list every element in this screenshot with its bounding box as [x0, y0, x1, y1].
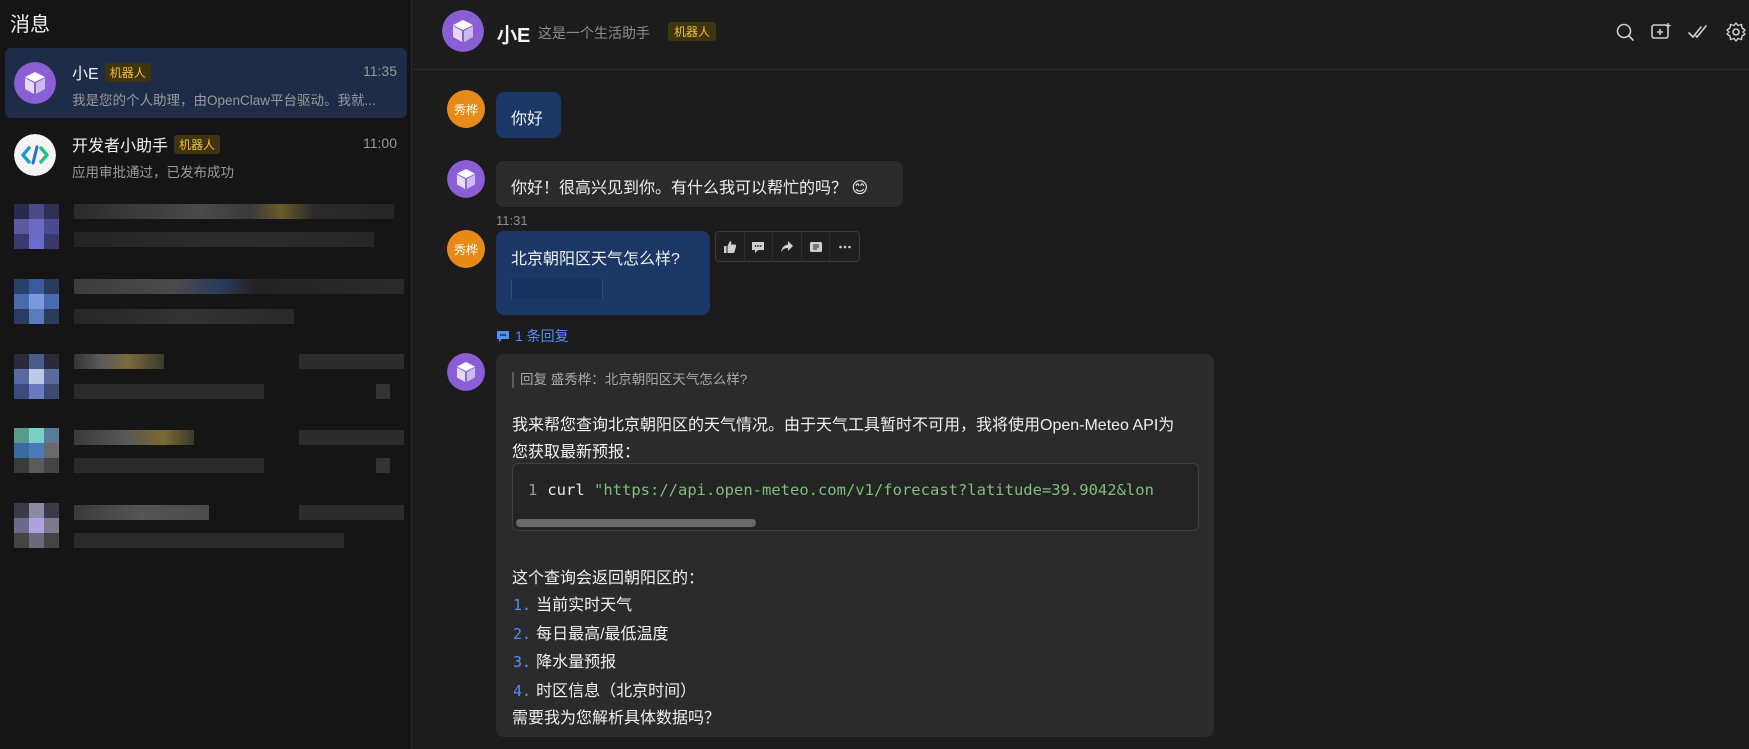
add-chat-icon[interactable]: [1650, 21, 1672, 43]
conversation-preview: 应用审批通过，已发布成功: [72, 165, 234, 180]
comment-icon[interactable]: [745, 232, 774, 261]
code-line: 1 curl "https://api.open-meteo.com/v1/for…: [528, 481, 1154, 499]
message-timestamp: 11:31: [496, 213, 528, 228]
message-text: 需要我为您解析具体数据吗？: [512, 710, 721, 727]
list-item: 3. 降水量预报: [513, 653, 617, 671]
conversation-time: 11:35: [363, 63, 397, 79]
code-command: curl: [547, 481, 585, 499]
message-action-toolbar: [715, 231, 860, 262]
bot-avatar[interactable]: [442, 10, 484, 52]
message-text: 北京朝阳区天气怎么样?: [511, 251, 680, 268]
conversation-item-blurred[interactable]: [14, 204, 404, 254]
conversation-item-blurred[interactable]: [14, 354, 404, 404]
list-item: 2. 每日最高/最低温度: [513, 625, 669, 643]
settings-icon[interactable]: [1725, 21, 1747, 43]
dev-helper-avatar: [14, 134, 56, 176]
more-options-icon[interactable]: [830, 232, 859, 261]
chat-header: 小E 这是一个生活助手 机器人: [413, 0, 1749, 70]
user-avatar[interactable]: 秀桦: [447, 230, 485, 268]
forward-icon[interactable]: [773, 232, 802, 261]
blurred-avatar: [14, 503, 60, 549]
user-avatar[interactable]: 秀桦: [447, 90, 485, 128]
list-item: 4. 时区信息（北京时间）: [513, 682, 697, 700]
conversation-item-xiaoe[interactable]: 小E 机器人 11:35 我是您的个人助理，由OpenClaw平台驱动。我就...: [5, 48, 407, 118]
conversation-item-blurred[interactable]: [14, 503, 404, 553]
bot-badge: 机器人: [104, 63, 151, 82]
conversation-name: 小E 机器人: [72, 60, 151, 84]
conversation-preview: 我是您的个人助理，由OpenClaw平台驱动。我就...: [72, 93, 376, 108]
code-scrollbar[interactable]: [516, 519, 756, 527]
quote-reply-icon[interactable]: [802, 232, 831, 261]
blurred-avatar: [14, 204, 60, 250]
bot-avatar: [14, 62, 56, 104]
list-intro-text: 这个查询会返回朝阳区的：: [512, 570, 705, 587]
mark-read-icon[interactable]: [1687, 21, 1709, 43]
user-message-bubble[interactable]: 你好: [496, 92, 561, 138]
bot-avatar[interactable]: [447, 160, 485, 198]
redacted-content: [511, 279, 603, 299]
thumbs-up-icon[interactable]: [716, 232, 745, 261]
code-line-number: 1: [528, 481, 538, 499]
conversation-item-dev-helper[interactable]: 开发者小助手 机器人 11:00 应用审批通过，已发布成功: [5, 120, 407, 190]
conversation-name: 开发者小助手 机器人: [72, 132, 221, 156]
smile-emoji-icon: 😊: [851, 180, 869, 197]
reply-count-link[interactable]: 1 条回复: [496, 326, 569, 346]
search-icon[interactable]: [1614, 21, 1636, 43]
message-text: 我来帮您查询北京朝阳区的天气情况。由于天气工具暂时不可用，我将使用Open-Me…: [512, 417, 1175, 434]
quoted-reply[interactable]: 回复 盛秀桦：北京朝阳区天气怎么样?: [512, 372, 747, 388]
chat-title: 小E: [497, 25, 531, 47]
reply-thread-icon: [497, 330, 509, 342]
bot-avatar[interactable]: [447, 353, 485, 391]
message-text: 你好: [511, 111, 544, 128]
list-item: 1. 当前实时天气: [513, 596, 633, 614]
code-block[interactable]: 1 curl "https://api.open-meteo.com/v1/for…: [512, 463, 1199, 531]
bot-message-bubble[interactable]: 你好！很高兴见到你。有什么我可以帮忙的吗？ 😊: [496, 161, 903, 207]
message-text: 你好！很高兴见到你。有什么我可以帮忙的吗？ 😊: [511, 180, 869, 197]
conversation-item-blurred[interactable]: [14, 428, 404, 478]
chat-subtitle: 这是一个生活助手: [538, 25, 650, 41]
message-text: 您获取最新预报：: [512, 444, 641, 461]
blurred-avatar: [14, 354, 60, 400]
code-url-string: "https://api.open-meteo.com/v1/forecast?…: [594, 481, 1154, 499]
blurred-avatar: [14, 428, 60, 474]
sidebar-title: 消息: [10, 14, 50, 36]
blurred-avatar: [14, 279, 60, 325]
conversation-time: 11:00: [363, 135, 397, 151]
conversation-sidebar: 消息 小E 机器人 11:35 我是您的个人助理，由OpenClaw平台驱动。我就…: [0, 0, 412, 749]
bot-badge: 机器人: [668, 22, 717, 41]
app-window: 消息 小E 机器人 11:35 我是您的个人助理，由OpenClaw平台驱动。我就…: [0, 0, 1749, 749]
bot-badge: 机器人: [174, 135, 221, 154]
user-message-bubble[interactable]: 北京朝阳区天气怎么样?: [496, 231, 710, 315]
conversation-item-blurred[interactable]: [14, 279, 404, 329]
